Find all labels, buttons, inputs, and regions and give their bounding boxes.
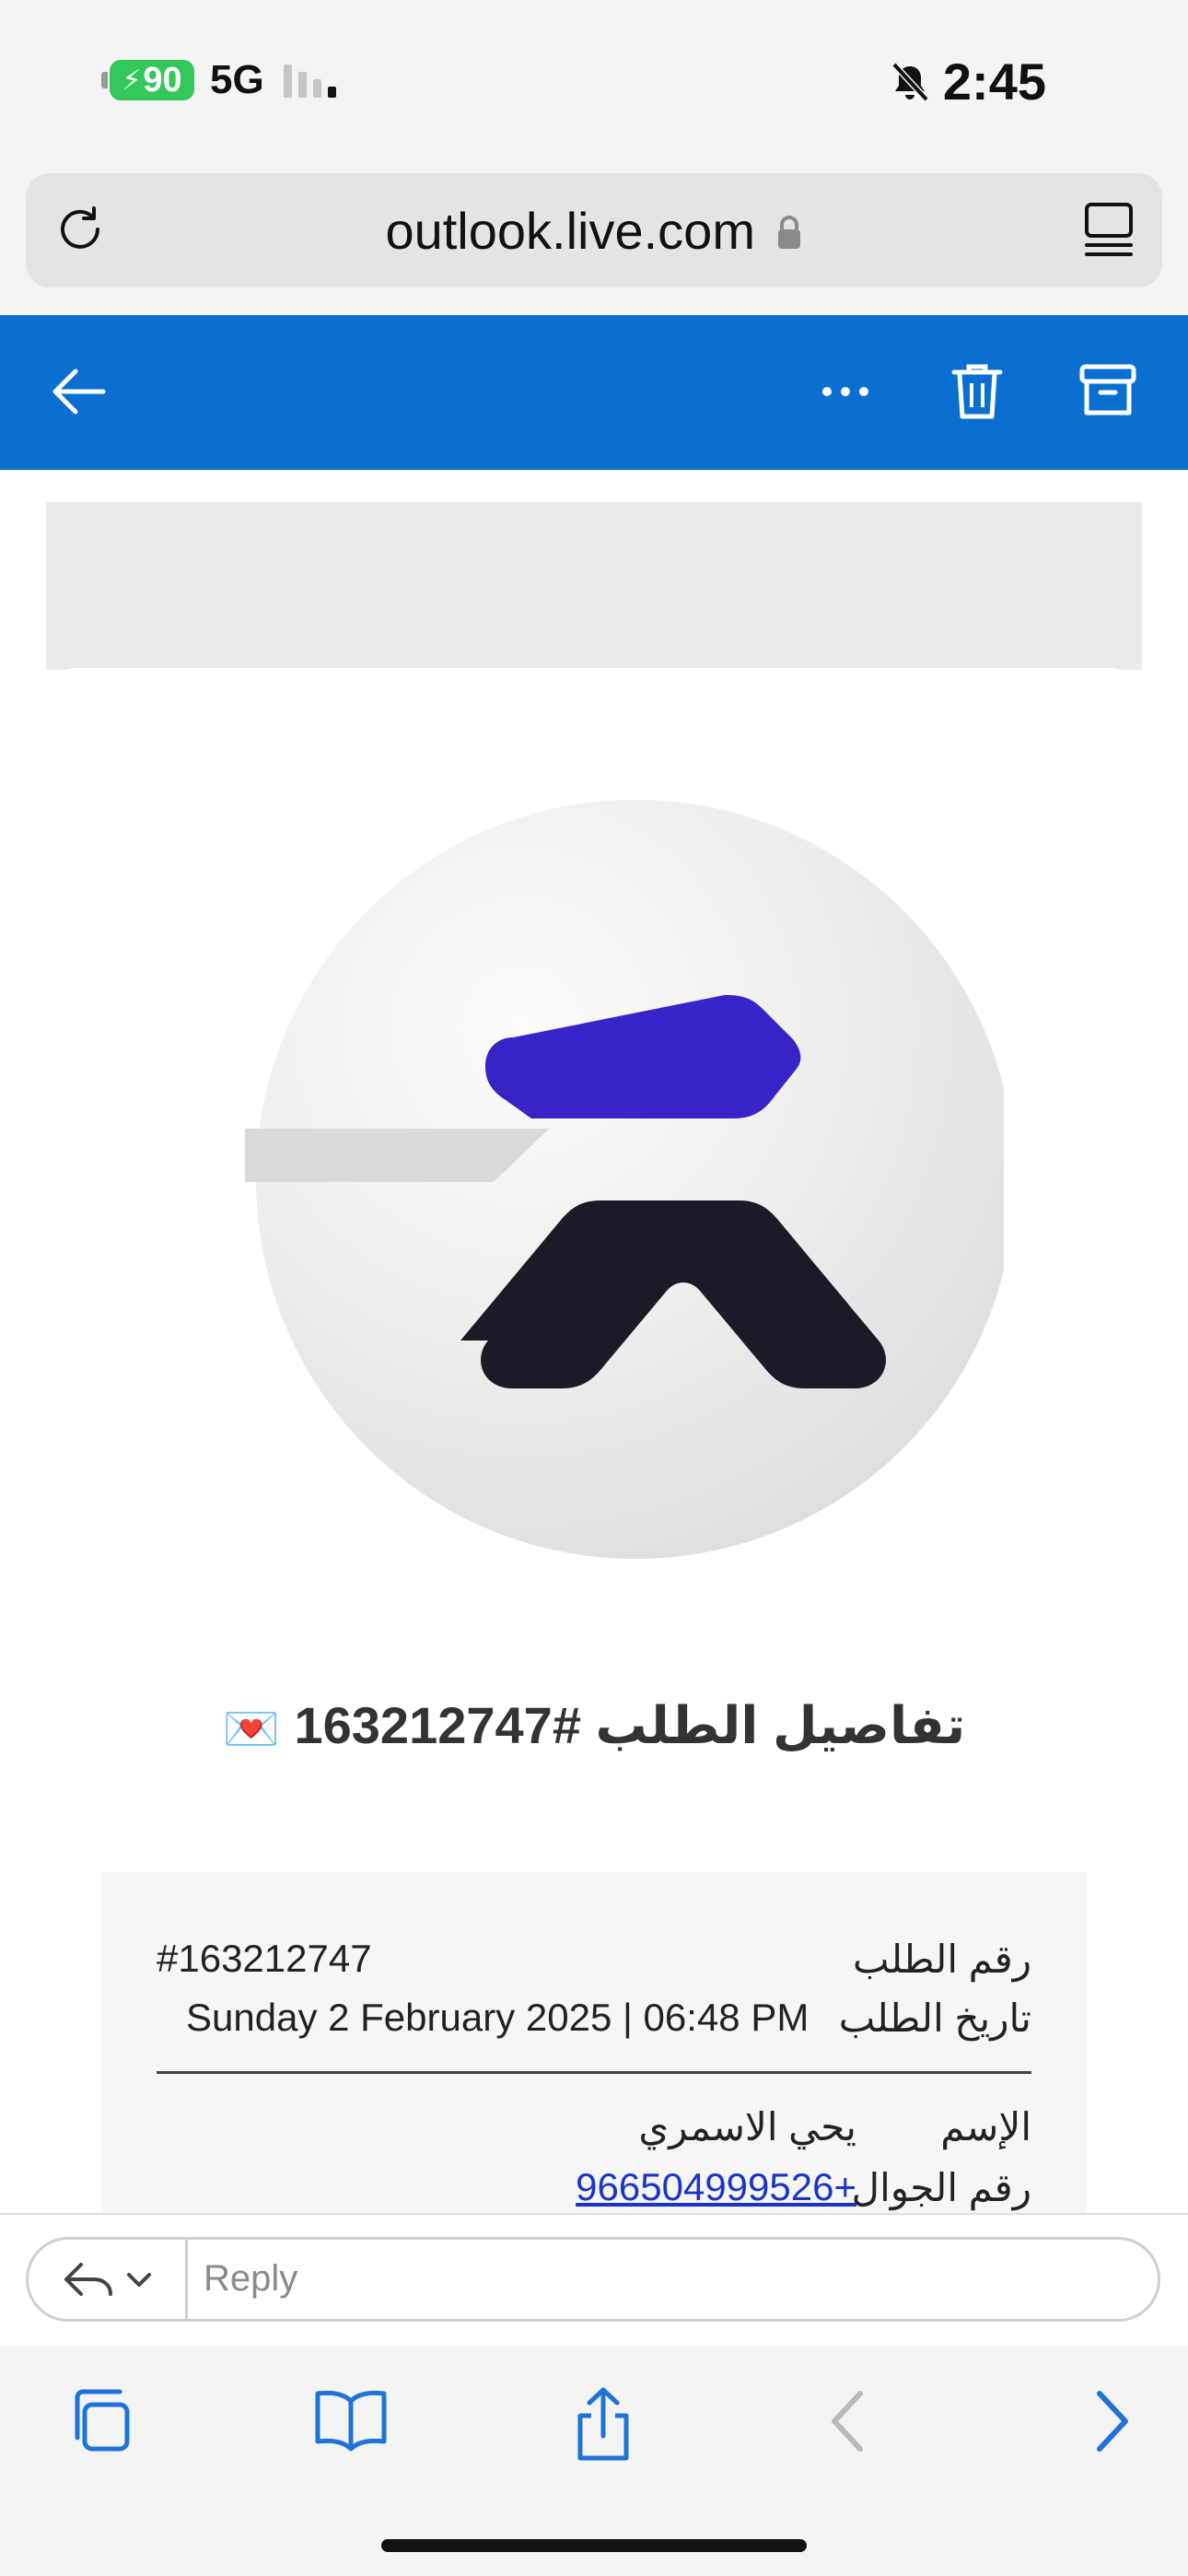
charging-bolt-icon: ⚡ bbox=[122, 64, 142, 96]
battery-nub bbox=[101, 72, 108, 88]
reply-bar: Reply bbox=[0, 2213, 1188, 2348]
time-group: 2:45 bbox=[890, 52, 1046, 111]
reply-options-button[interactable] bbox=[29, 2240, 188, 2319]
email-body: 💌 تفاصيل الطلب #163212747 #163212747 رقم… bbox=[0, 470, 1188, 2213]
order-details-box: #163212747 رقم الطلب Sunday 2 February 2… bbox=[101, 1872, 1087, 2213]
home-indicator[interactable] bbox=[381, 2539, 807, 2552]
order-heading: 💌 تفاصيل الطلب #163212747 bbox=[0, 1695, 1188, 1757]
order-number-value: #163212747 bbox=[157, 1937, 372, 1980]
lock-icon bbox=[777, 216, 800, 249]
signal-icon bbox=[284, 63, 336, 98]
clock: 2:45 bbox=[942, 53, 1046, 111]
bookmarks-icon[interactable] bbox=[311, 2384, 390, 2458]
network-type: 5G bbox=[210, 57, 264, 102]
trash-icon[interactable] bbox=[949, 361, 1006, 422]
order-date-label: تاريخ الطلب bbox=[838, 1996, 1031, 2040]
customer-name-value: يحي الاسمري bbox=[638, 2105, 856, 2149]
reply-composer[interactable]: Reply bbox=[26, 2237, 1160, 2322]
divider bbox=[157, 2071, 1031, 2074]
brand-logo bbox=[245, 800, 1004, 1559]
archive-icon[interactable] bbox=[1077, 361, 1138, 422]
phone-link[interactable]: 966504999526+ bbox=[576, 2165, 856, 2209]
email-banner bbox=[46, 502, 1142, 670]
mail-header bbox=[0, 315, 1188, 470]
url-display[interactable]: outlook.live.com bbox=[26, 201, 1162, 261]
order-heading-text: تفاصيل الطلب #163212747 bbox=[294, 1696, 966, 1754]
battery-level: 90 bbox=[143, 60, 182, 100]
forward-icon[interactable] bbox=[1083, 2384, 1138, 2458]
more-icon[interactable] bbox=[818, 361, 873, 422]
love-letter-icon: 💌 bbox=[222, 1703, 280, 1755]
reply-icon bbox=[64, 2263, 112, 2296]
tabs-overview-icon[interactable] bbox=[61, 2384, 134, 2458]
phone-label: رقم الجوال bbox=[851, 2166, 1031, 2209]
address-bar[interactable]: outlook.live.com bbox=[26, 173, 1162, 287]
customer-name-label: الإسم bbox=[940, 2105, 1031, 2149]
url-text: outlook.live.com bbox=[385, 202, 755, 260]
tabs-icon[interactable] bbox=[1081, 201, 1136, 260]
order-date-value: Sunday 2 February 2025 | 06:48 PM bbox=[186, 1996, 809, 2039]
back-icon[interactable] bbox=[821, 2384, 877, 2458]
reply-input[interactable]: Reply bbox=[204, 2258, 297, 2300]
chevron-down-icon bbox=[127, 2273, 151, 2287]
battery-badge: ⚡ 90 bbox=[110, 60, 194, 100]
bell-slash-icon bbox=[891, 62, 929, 101]
battery-indicator: ⚡ 90 bbox=[101, 59, 194, 101]
status-bar: ⚡ 90 5G 2:45 bbox=[0, 0, 1188, 161]
order-number-label: رقم الطلب bbox=[852, 1938, 1031, 1981]
back-arrow-icon[interactable] bbox=[48, 361, 109, 422]
share-icon[interactable] bbox=[564, 2384, 643, 2464]
